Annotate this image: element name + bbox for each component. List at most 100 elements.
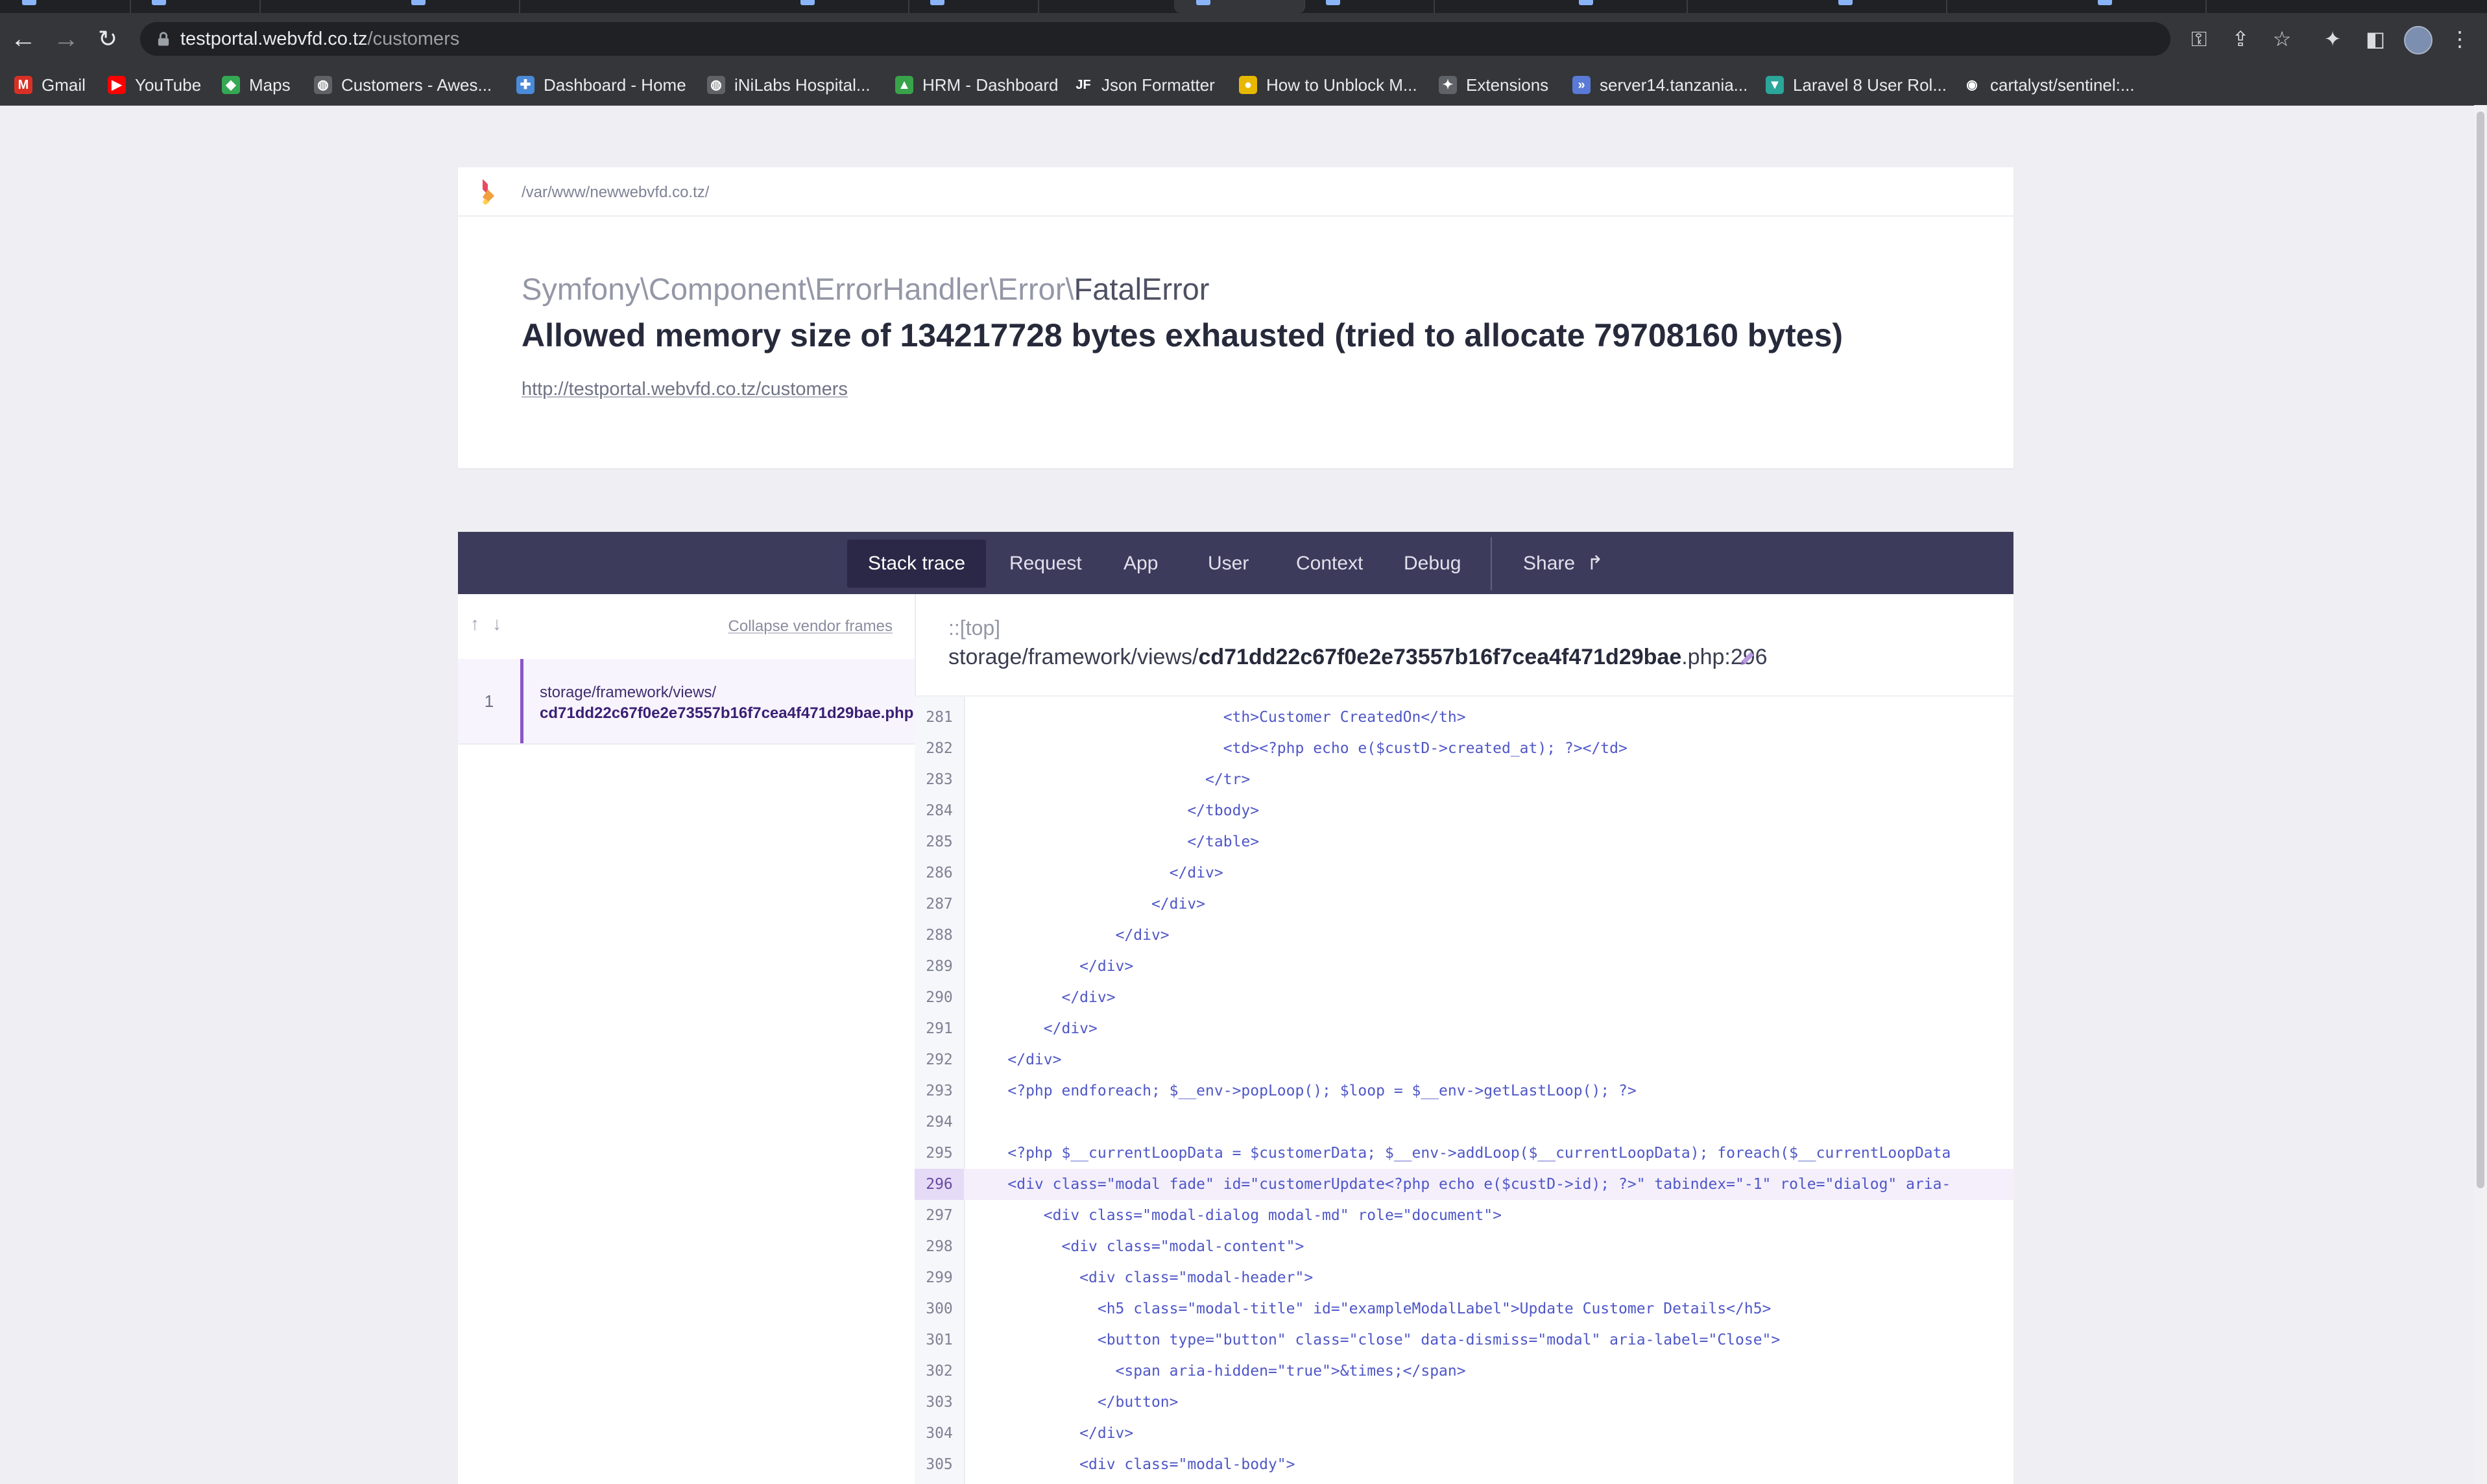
line-number[interactable]: 282 — [915, 733, 964, 764]
reload-icon[interactable]: ↻ — [91, 22, 125, 56]
line-number[interactable]: 294 — [915, 1107, 964, 1138]
bookmark-item[interactable]: ▶ YouTube — [108, 65, 201, 105]
edit-pencil-icon[interactable] — [1738, 649, 1757, 668]
line-number[interactable]: 305 — [915, 1449, 964, 1480]
forward-icon[interactable]: → — [49, 22, 83, 56]
line-number[interactable]: 299 — [915, 1262, 964, 1293]
code-text: </div> — [972, 1051, 1062, 1068]
browser-tab[interactable] — [389, 0, 520, 13]
code-text: <?php $__currentLoopData = $customerData… — [972, 1145, 1951, 1162]
code-text: </div> — [972, 865, 1223, 881]
extensions-puzzle-icon[interactable]: ✦ — [2318, 25, 2347, 53]
tab-debug[interactable]: Debug — [1383, 540, 1482, 588]
page-scrollbar[interactable] — [2474, 105, 2487, 1484]
browser-tab-active[interactable] — [1174, 0, 1305, 13]
tabs-divider — [1491, 537, 1492, 590]
bookmark-item[interactable]: ◍ Customers - Awes... — [314, 65, 492, 105]
back-icon[interactable]: ← — [6, 22, 40, 56]
browser-tab[interactable] — [1557, 0, 1688, 13]
tab-app[interactable]: App — [1103, 540, 1179, 588]
arrow-up-icon[interactable]: ↑ — [466, 614, 484, 634]
bookmark-item[interactable]: ▲ HRM - Dashboard — [895, 65, 1059, 105]
exception-class[interactable]: Symfony\Component\ErrorHandler\Error\Fat… — [522, 271, 1209, 307]
line-number[interactable]: 281 — [915, 702, 964, 733]
code-text: </div> — [972, 958, 1134, 975]
line-number[interactable]: 289 — [915, 951, 964, 982]
address-url[interactable]: testportal.webvfd.co.tz/customers — [180, 22, 459, 56]
share-page-icon[interactable]: ⇪ — [2226, 25, 2255, 53]
line-number[interactable]: 298 — [915, 1231, 964, 1262]
tab-context[interactable]: Context — [1275, 540, 1384, 588]
bookmark-item[interactable]: M Gmail — [14, 65, 86, 105]
tab-user[interactable]: User — [1187, 540, 1269, 588]
line-number[interactable]: 301 — [915, 1324, 964, 1356]
frame-directory: storage/framework/views/ — [540, 684, 717, 701]
ignition-logo-icon — [483, 179, 494, 205]
browser-tab[interactable] — [0, 0, 131, 13]
url-host: testportal.webvfd.co.tz — [180, 29, 368, 49]
line-number[interactable]: 292 — [915, 1044, 964, 1075]
bookmark-item[interactable]: » server14.tanzania... — [1572, 65, 1748, 105]
browser-tab[interactable] — [908, 0, 1039, 13]
address-bar[interactable]: testportal.webvfd.co.tz/customers — [140, 22, 2170, 56]
line-number[interactable]: 304 — [915, 1418, 964, 1449]
line-number[interactable]: 286 — [915, 857, 964, 889]
code-text: </div> — [972, 927, 1170, 944]
line-number[interactable]: 297 — [915, 1200, 964, 1231]
hrm-icon: ▲ — [895, 76, 913, 94]
browser-tab[interactable] — [1816, 0, 1947, 13]
line-number[interactable]: 302 — [915, 1356, 964, 1387]
bookmark-item[interactable]: ◆ Maps — [222, 65, 291, 105]
ignition-tab-bar: Stack trace Request App User Context Deb… — [458, 532, 2013, 594]
line-number[interactable]: 284 — [915, 795, 964, 826]
frame-item[interactable]: 1 storage/framework/views/ cd71dd22c67f0… — [458, 659, 915, 745]
line-number[interactable]: 293 — [915, 1075, 964, 1107]
request-url-link[interactable]: http://testportal.webvfd.co.tz/customers — [522, 379, 848, 400]
browser-tab[interactable] — [130, 0, 261, 13]
code-text: </tr> — [972, 771, 1251, 788]
browser-tab[interactable] — [1304, 0, 1435, 13]
line-number[interactable]: 291 — [915, 1013, 964, 1044]
code-line: 299 <div class="modal-header"> — [915, 1262, 2013, 1293]
bookmark-item[interactable]: ✚ Dashboard - Home — [516, 65, 686, 105]
line-number[interactable]: 303 — [915, 1387, 964, 1418]
browser-tab[interactable] — [778, 0, 909, 13]
code-line: 304 </div> — [915, 1418, 2013, 1449]
line-number[interactable]: 283 — [915, 764, 964, 795]
bookmark-item[interactable]: ◍ iNiLabs Hospital... — [707, 65, 871, 105]
tab-request[interactable]: Request — [989, 540, 1103, 588]
scrollbar-thumb[interactable] — [2477, 112, 2484, 1188]
code-line: 294 — [915, 1107, 2013, 1138]
collapse-vendor-frames-link[interactable]: Collapse vendor frames — [728, 617, 893, 636]
tab-share[interactable]: Share ↱ — [1502, 540, 1624, 588]
line-number[interactable]: 285 — [915, 826, 964, 857]
line-number[interactable]: 290 — [915, 982, 964, 1013]
profile-avatar[interactable] — [2404, 26, 2433, 54]
lock-icon[interactable] — [154, 30, 173, 48]
frame-number: 1 — [484, 691, 494, 711]
tab-stack-trace[interactable]: Stack trace — [847, 540, 987, 588]
line-number[interactable]: 287 — [915, 889, 964, 920]
bookmark-item[interactable]: ▼ Laravel 8 User Rol... — [1766, 65, 1947, 105]
browser-menu-icon[interactable]: ⋮ — [2445, 25, 2474, 53]
bookmark-label: Json Formatter — [1101, 75, 1215, 95]
youtube-icon: ▶ — [108, 76, 126, 94]
side-panel-icon[interactable]: ◧ — [2361, 25, 2390, 53]
bookmark-label: Extensions — [1466, 75, 1549, 95]
bookmark-star-icon[interactable]: ☆ — [2268, 25, 2296, 53]
browser-tab[interactable] — [2076, 0, 2207, 13]
line-number[interactable]: 296 — [915, 1169, 964, 1200]
arrow-down-icon[interactable]: ↓ — [488, 614, 506, 634]
key-icon[interactable]: ⚿ — [2185, 25, 2213, 53]
frames-list: ↑ ↓ Collapse vendor frames 1 storage/fra… — [458, 594, 916, 1484]
line-number[interactable]: 288 — [915, 920, 964, 951]
bookmark-item[interactable]: JF Json Formatter — [1074, 65, 1215, 105]
tab-favicon-icon — [411, 0, 426, 5]
line-number[interactable]: 295 — [915, 1138, 964, 1169]
line-number[interactable]: 300 — [915, 1293, 964, 1324]
bookmark-item[interactable]: ✦ Extensions — [1439, 65, 1548, 105]
bookmark-item[interactable]: ● How to Unblock M... — [1239, 65, 1417, 105]
globe-icon: ◍ — [707, 76, 725, 94]
bookmark-label: How to Unblock M... — [1266, 75, 1417, 95]
bookmark-item[interactable]: ◉ cartalyst/sentinel:... — [1963, 65, 2135, 105]
